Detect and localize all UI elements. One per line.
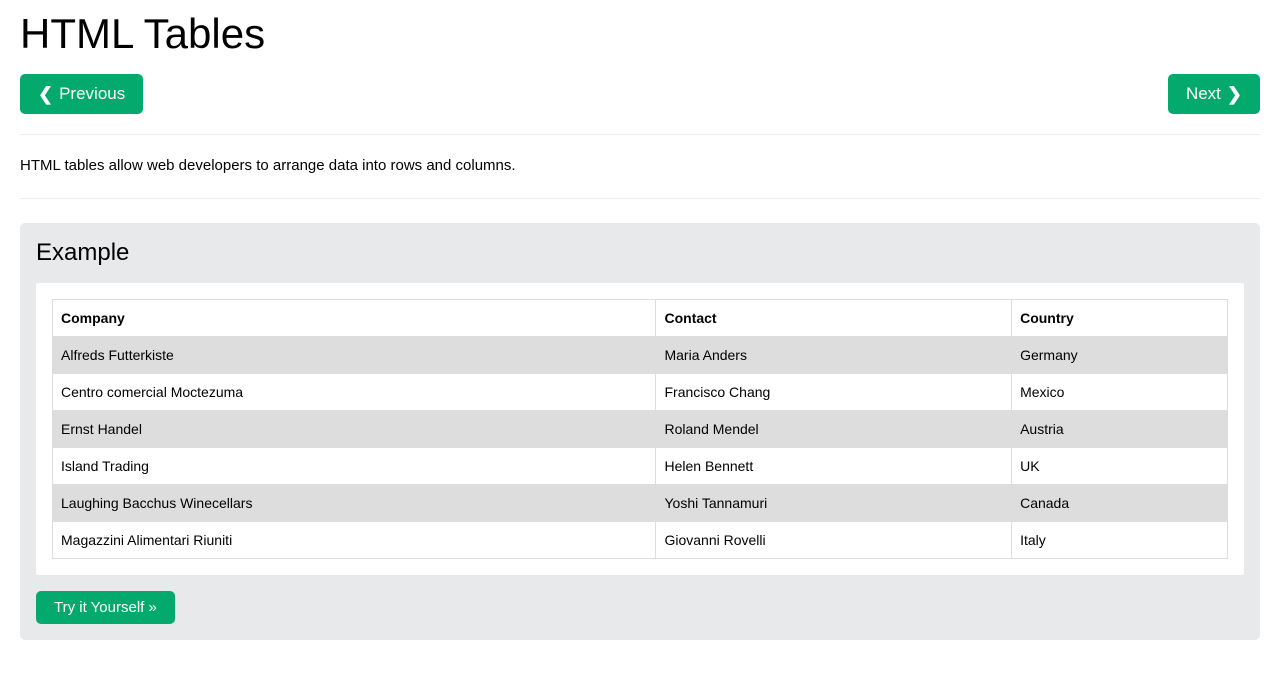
table-container: Company Contact Country Alfreds Futterki… [36, 283, 1244, 575]
table-cell: Alfreds Futterkiste [53, 336, 656, 373]
table-header-cell: Country [1012, 299, 1228, 336]
table-row: Magazzini Alimentari Riuniti Giovanni Ro… [53, 521, 1228, 558]
next-button[interactable]: Next ❯ [1168, 74, 1260, 114]
table-cell: Austria [1012, 410, 1228, 447]
table-row: Island Trading Helen Bennett UK [53, 447, 1228, 484]
table-cell: Giovanni Rovelli [656, 521, 1012, 558]
table-cell: Centro comercial Moctezuma [53, 373, 656, 410]
table-cell: Magazzini Alimentari Riuniti [53, 521, 656, 558]
table-cell: Germany [1012, 336, 1228, 373]
table-row: Alfreds Futterkiste Maria Anders Germany [53, 336, 1228, 373]
table-cell: Canada [1012, 484, 1228, 521]
intro-text: HTML tables allow web developers to arra… [20, 155, 1260, 178]
nav-row: ❮ Previous Next ❯ [20, 74, 1260, 114]
chevron-left-icon: ❮ [38, 85, 53, 103]
table-row: Ernst Handel Roland Mendel Austria [53, 410, 1228, 447]
table-cell: Roland Mendel [656, 410, 1012, 447]
table-cell: Yoshi Tannamuri [656, 484, 1012, 521]
table-cell: Mexico [1012, 373, 1228, 410]
table-cell: Italy [1012, 521, 1228, 558]
chevron-right-icon: ❯ [1227, 85, 1242, 103]
divider [20, 198, 1260, 199]
table-cell: Francisco Chang [656, 373, 1012, 410]
table-cell: UK [1012, 447, 1228, 484]
table-cell: Helen Bennett [656, 447, 1012, 484]
example-heading: Example [36, 239, 1244, 267]
divider [20, 134, 1260, 135]
table-cell: Ernst Handel [53, 410, 656, 447]
try-it-yourself-label: Try it Yourself » [54, 599, 157, 616]
example-section: Example Company Contact Country Alfreds … [20, 223, 1260, 640]
example-table: Company Contact Country Alfreds Futterki… [52, 299, 1228, 559]
try-it-yourself-button[interactable]: Try it Yourself » [36, 591, 175, 624]
page-title: HTML Tables [20, 10, 1260, 58]
table-row: Centro comercial Moctezuma Francisco Cha… [53, 373, 1228, 410]
table-header-cell: Contact [656, 299, 1012, 336]
table-row: Laughing Bacchus Winecellars Yoshi Tanna… [53, 484, 1228, 521]
previous-button[interactable]: ❮ Previous [20, 74, 143, 114]
table-cell: Island Trading [53, 447, 656, 484]
table-header-row: Company Contact Country [53, 299, 1228, 336]
table-header-cell: Company [53, 299, 656, 336]
table-cell: Laughing Bacchus Winecellars [53, 484, 656, 521]
next-button-label: Next [1186, 84, 1221, 104]
previous-button-label: Previous [59, 84, 125, 104]
table-cell: Maria Anders [656, 336, 1012, 373]
